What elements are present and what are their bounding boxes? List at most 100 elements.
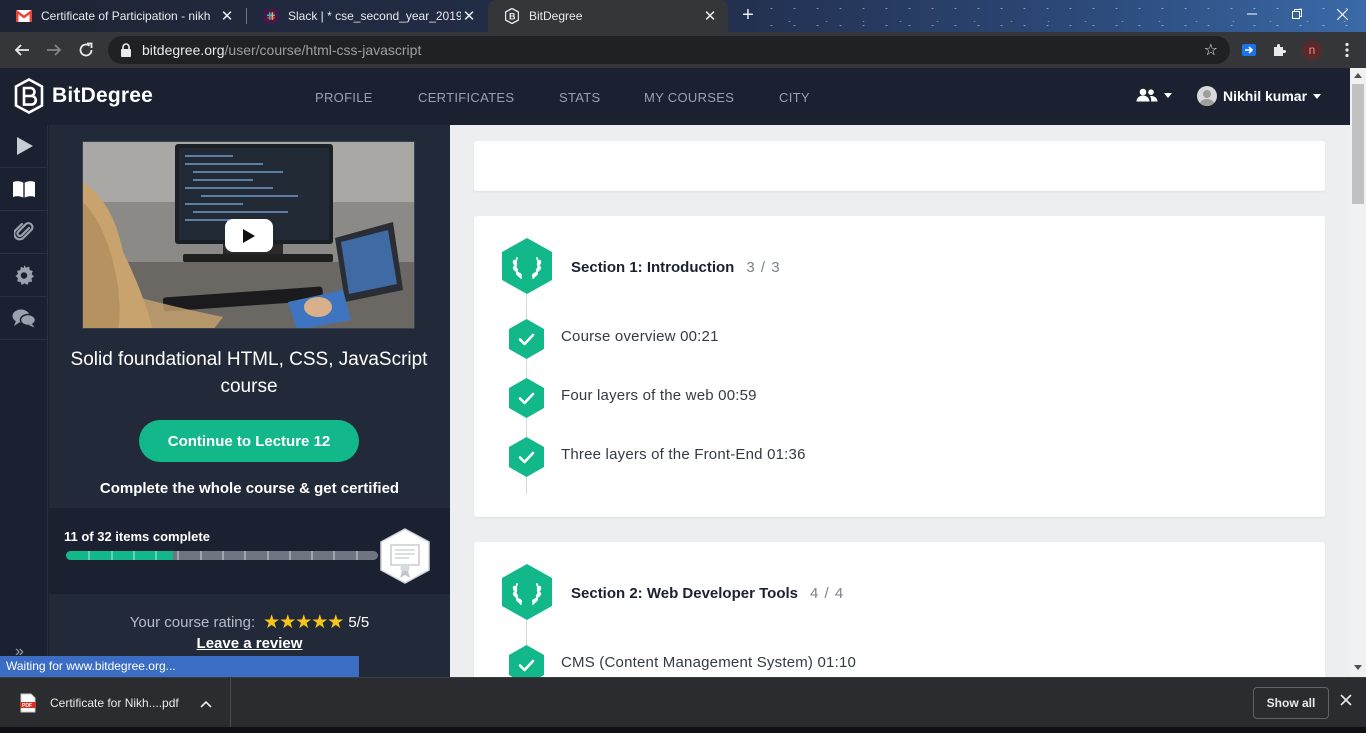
check-hex-icon bbox=[509, 378, 544, 418]
profile-avatar[interactable]: n bbox=[1302, 40, 1322, 60]
bitdegree-icon: B bbox=[504, 8, 520, 24]
pdf-file-icon: PDF bbox=[20, 693, 36, 713]
course-content: Section 1: Introduction 3 / 3 Course over… bbox=[450, 125, 1350, 677]
browser-menu-icon[interactable] bbox=[1338, 41, 1356, 59]
chevron-down-icon bbox=[1164, 92, 1172, 98]
certificate-badge-icon bbox=[379, 528, 431, 589]
progress-segment-tick bbox=[155, 551, 158, 560]
tab-title: Certificate of Participation - nikh bbox=[41, 9, 211, 23]
nav-my-courses[interactable]: MY COURSES bbox=[644, 90, 734, 105]
nav-city[interactable]: CITY bbox=[779, 90, 810, 105]
gmail-icon bbox=[16, 8, 32, 24]
browser-toolbar: bitdegree.org/user/course/html-css-javas… bbox=[0, 32, 1366, 68]
gear-icon bbox=[15, 265, 34, 285]
reload-icon[interactable] bbox=[74, 38, 98, 62]
progress-text: 11 of 32 items complete bbox=[64, 529, 210, 544]
section-count: 4 / 4 bbox=[810, 585, 845, 602]
extensions-puzzle-icon[interactable] bbox=[1270, 41, 1288, 59]
close-tab-icon[interactable]: ✕ bbox=[702, 7, 718, 25]
bitdegree-logo[interactable]: BitDegree bbox=[14, 78, 153, 114]
rating-value: 5/5 bbox=[348, 614, 370, 631]
progress-segment-tick bbox=[88, 551, 91, 560]
course-video-thumbnail[interactable] bbox=[82, 141, 415, 329]
show-all-button[interactable]: Show all bbox=[1253, 687, 1329, 719]
page-scrollbar[interactable] bbox=[1350, 68, 1366, 677]
browser-tab-slack[interactable]: Slack | * cse_second_year_2019_2 ✕ bbox=[247, 0, 487, 32]
forward-arrow-icon[interactable] bbox=[42, 38, 66, 62]
progress-segment-tick bbox=[199, 551, 202, 560]
download-file-name: Certificate for Nikh....pdf bbox=[50, 696, 179, 710]
browser-tab-gmail[interactable]: Certificate of Participation - nikh ✕ bbox=[0, 0, 245, 32]
download-item[interactable]: PDF Certificate for Nikh....pdf bbox=[0, 678, 231, 728]
scroll-down-icon[interactable] bbox=[1354, 665, 1362, 670]
progress-segment-tick bbox=[288, 551, 291, 560]
lesson-item[interactable]: CMS (Content Management System) 01:10 bbox=[561, 654, 856, 671]
progress-segment-tick bbox=[177, 551, 180, 560]
bitdegree-shield-icon bbox=[14, 78, 44, 114]
rail-settings[interactable] bbox=[0, 254, 48, 297]
friends-menu[interactable] bbox=[1136, 88, 1172, 102]
nav-certificates[interactable]: CERTIFICATES bbox=[418, 90, 514, 105]
status-bubble: Waiting for www.bitdegree.org... bbox=[0, 656, 359, 677]
rail-book[interactable] bbox=[0, 168, 48, 211]
user-menu[interactable]: Nikhil kumar bbox=[1197, 86, 1322, 106]
close-window-icon[interactable] bbox=[1320, 0, 1364, 28]
book-icon bbox=[13, 181, 35, 198]
section-count: 3 / 3 bbox=[746, 259, 781, 276]
play-icon bbox=[17, 137, 33, 155]
check-hex-icon bbox=[509, 319, 544, 359]
lesson-item[interactable]: Course overview 00:21 bbox=[561, 328, 719, 345]
section-card: Section 1: Introduction 3 / 3 Course over… bbox=[474, 216, 1325, 517]
continue-lecture-button[interactable]: Continue to Lecture 12 bbox=[139, 420, 359, 462]
course-rating: Your course rating: ★★★★★ 5/5 bbox=[49, 611, 450, 634]
tab-title: BitDegree bbox=[529, 9, 583, 23]
rail-play[interactable] bbox=[0, 125, 48, 168]
leave-review-link[interactable]: Leave a review bbox=[49, 635, 450, 652]
address-bar[interactable]: bitdegree.org/user/course/html-css-javas… bbox=[108, 36, 1230, 64]
lesson-item[interactable]: Four layers of the web 00:59 bbox=[561, 387, 757, 404]
nav-stats[interactable]: STATS bbox=[559, 90, 600, 105]
check-hex-icon bbox=[509, 645, 544, 677]
close-tab-icon[interactable]: ✕ bbox=[461, 7, 477, 25]
rail-chat[interactable] bbox=[0, 297, 48, 340]
progress-segment-tick bbox=[311, 551, 314, 560]
section-card: Section 2: Web Developer Tools 4 / 4 CMS … bbox=[474, 542, 1325, 677]
progress-segment-tick bbox=[244, 551, 247, 560]
users-icon bbox=[1136, 88, 1158, 102]
restore-icon[interactable] bbox=[1275, 0, 1319, 28]
os-taskbar bbox=[0, 727, 1366, 733]
lesson-item[interactable]: Three layers of the Front-End 01:36 bbox=[561, 446, 806, 463]
bookmark-star-icon[interactable]: ☆ bbox=[1204, 40, 1218, 60]
back-arrow-icon[interactable] bbox=[10, 38, 34, 62]
video-play-button[interactable] bbox=[225, 219, 273, 252]
rail-attachments[interactable] bbox=[0, 211, 48, 254]
course-sidebar: Solid foundational HTML, CSS, JavaScript… bbox=[49, 125, 450, 677]
progress-segment-tick bbox=[222, 551, 224, 560]
progress-segment-tick bbox=[333, 551, 336, 560]
icon-rail: » bbox=[0, 125, 48, 677]
tab-title: Slack | * cse_second_year_2019_2 bbox=[288, 9, 461, 23]
rating-stars-icon[interactable]: ★★★★★ bbox=[263, 611, 344, 634]
section-title: Section 1: Introduction 3 / 3 bbox=[571, 259, 781, 276]
slack-icon bbox=[263, 8, 279, 24]
progress-segment-tick bbox=[266, 551, 269, 560]
course-progress: 11 of 32 items complete bbox=[49, 508, 450, 594]
lock-icon bbox=[121, 43, 131, 57]
browser-tab-bitdegree[interactable]: B BitDegree ✕ bbox=[488, 0, 728, 32]
progress-bar-fill bbox=[66, 551, 174, 560]
nav-profile[interactable]: PROFILE bbox=[315, 90, 373, 105]
minimize-icon[interactable] bbox=[1230, 0, 1274, 28]
close-tab-icon[interactable]: ✕ bbox=[219, 7, 235, 25]
svg-text:B: B bbox=[509, 12, 516, 22]
extension-cast-icon[interactable] bbox=[1240, 41, 1258, 59]
close-shelf-icon[interactable] bbox=[1340, 693, 1352, 711]
section-title: Section 2: Web Developer Tools 4 / 4 bbox=[571, 585, 844, 602]
chat-icon bbox=[12, 309, 36, 328]
scroll-up-icon[interactable] bbox=[1354, 73, 1362, 78]
chevron-up-icon[interactable] bbox=[200, 697, 212, 711]
svg-text:PDF: PDF bbox=[22, 703, 32, 709]
empty-card bbox=[474, 141, 1325, 191]
new-tab-button[interactable]: + bbox=[736, 3, 760, 27]
scrollbar-thumb[interactable] bbox=[1352, 84, 1364, 204]
download-shelf: PDF Certificate for Nikh....pdf Show all bbox=[0, 677, 1366, 728]
